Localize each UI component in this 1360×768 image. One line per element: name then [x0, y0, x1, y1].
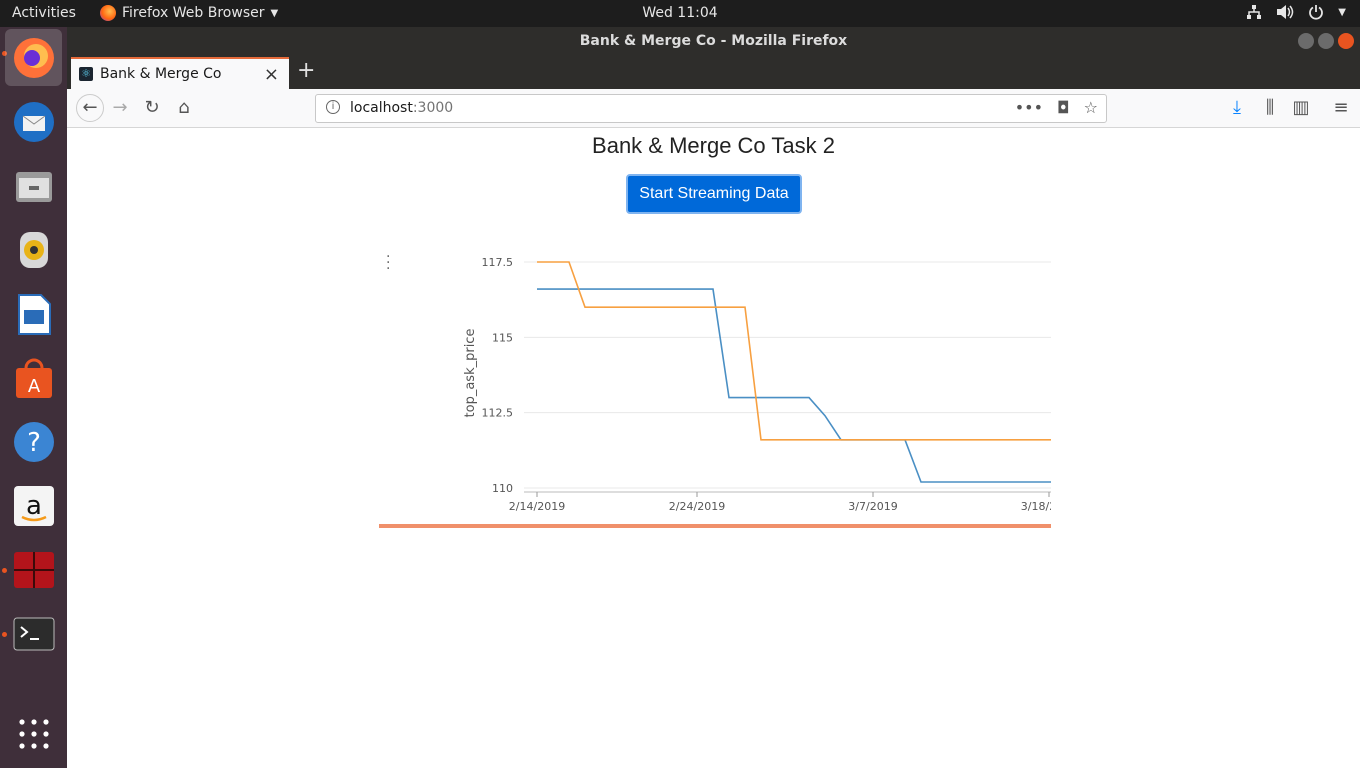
launcher-dock: A ? a: [0, 27, 67, 768]
launcher-firefox[interactable]: [5, 29, 62, 86]
launcher-libreoffice-writer[interactable]: [5, 285, 62, 342]
power-icon: [1309, 5, 1324, 20]
thunderbird-icon: [13, 101, 54, 142]
launcher-software-center[interactable]: A: [5, 349, 62, 406]
series-line-abc: [537, 288, 1051, 483]
bookmark-star-icon[interactable]: ☆: [1084, 98, 1098, 117]
help-icon: ?: [13, 421, 54, 462]
navigation-toolbar: ← → ↻ ⌂ i localhost:3000 ••• ◘ ☆ ⤓ ⫼ ▥ ≡: [67, 89, 1360, 128]
svg-text:a: a: [26, 491, 42, 521]
horizontal-resize-bar: [379, 524, 1051, 528]
page-actions-icon[interactable]: •••: [1015, 98, 1043, 117]
firefox-icon: [100, 5, 116, 21]
app-menu-label: Firefox Web Browser: [122, 5, 265, 21]
window-title-bar[interactable]: Bank & Merge Co - Mozilla Firefox: [67, 27, 1360, 55]
back-button[interactable]: ←: [76, 94, 104, 122]
svg-text:?: ?: [27, 428, 41, 458]
launcher-terminal[interactable]: [5, 605, 62, 662]
speaker-icon: [19, 231, 48, 268]
firefox-icon: [13, 37, 54, 78]
launcher-amazon[interactable]: a: [5, 477, 62, 534]
activities-button[interactable]: Activities: [12, 5, 76, 21]
new-tab-button[interactable]: +: [297, 58, 315, 83]
network-icon: [1247, 5, 1262, 19]
document-icon: [17, 293, 51, 335]
library-icon[interactable]: ⫼: [1258, 96, 1282, 120]
info-icon[interactable]: i: [326, 100, 340, 114]
downloads-icon[interactable]: ⤓: [1225, 96, 1249, 120]
shopping-bag-icon: A: [15, 358, 52, 398]
launcher-help[interactable]: ?: [5, 413, 62, 470]
terminal-icon: [13, 617, 54, 650]
start-streaming-button[interactable]: Start Streaming Data: [626, 174, 802, 214]
system-tray[interactable]: ▼: [1246, 4, 1346, 20]
app-grid-icon: [18, 718, 49, 749]
more-vertical-icon[interactable]: · · ·: [386, 250, 390, 276]
window-close-button[interactable]: [1338, 33, 1354, 49]
url-bar[interactable]: i localhost:3000 ••• ◘ ☆: [315, 94, 1107, 123]
sidebar-icon[interactable]: ▥: [1289, 96, 1313, 120]
forward-button[interactable]: →: [108, 96, 132, 120]
url-port: :3000: [412, 100, 454, 116]
url-text: localhost:3000: [350, 100, 453, 116]
y-tick-label: 115: [492, 331, 513, 344]
svg-text:A: A: [27, 376, 40, 397]
file-cabinet-icon: [15, 171, 52, 202]
pocket-icon[interactable]: ◘: [1057, 98, 1070, 117]
app-menu[interactable]: Firefox Web Browser ▼: [100, 5, 278, 21]
maximize-button[interactable]: [1318, 33, 1334, 49]
close-icon[interactable]: ×: [264, 64, 279, 85]
tab-strip: ⚛ Bank & Merge Co × +: [67, 55, 1360, 89]
chevron-down-icon: ▼: [270, 7, 279, 19]
y-tick-label: 110: [492, 482, 513, 495]
launcher-app-red[interactable]: [5, 541, 62, 598]
y-axis-label: top_ask_price: [463, 329, 478, 418]
reload-button[interactable]: ↻: [140, 96, 164, 120]
y-tick-label: 117.5: [482, 256, 514, 269]
page-title: Bank & Merge Co Task 2: [592, 133, 835, 158]
amazon-icon: a: [13, 485, 54, 526]
react-icon: ⚛: [79, 67, 93, 81]
x-tick-label: 3/18/2019: [1021, 500, 1051, 513]
tab-title: Bank & Merge Co: [100, 66, 222, 82]
perspective-chart[interactable]: 117.5 115 112.5 110 2/14/2019 2/24/2019 3/7/20…: [379, 240, 1051, 532]
line-chart: 117.5 115 112.5 110 2/14/2019 2/24/2019 3/7/20…: [379, 256, 1051, 528]
volume-icon: [1277, 5, 1294, 19]
launcher-rhythmbox[interactable]: [5, 221, 62, 278]
chevron-down-icon: ▼: [1338, 6, 1346, 18]
show-applications-button[interactable]: [5, 705, 62, 762]
launcher-files[interactable]: [5, 157, 62, 214]
page-content: Bank & Merge Co Task 2 Start Streaming D…: [67, 129, 1360, 768]
launcher-thunderbird[interactable]: [5, 93, 62, 150]
system-top-bar: Activities Firefox Web Browser ▼ Wed 11:…: [0, 0, 1360, 27]
url-host: localhost: [350, 100, 413, 116]
hamburger-menu-icon[interactable]: ≡: [1329, 96, 1353, 120]
x-tick-label: 2/14/2019: [509, 500, 565, 513]
x-tick-label: 2/24/2019: [669, 500, 725, 513]
window-title: Bank & Merge Co - Mozilla Firefox: [579, 33, 848, 49]
minimize-button[interactable]: [1298, 33, 1314, 49]
home-button[interactable]: ⌂: [172, 96, 196, 120]
browser-tab[interactable]: ⚛ Bank & Merge Co ×: [71, 57, 289, 89]
x-tick-label: 3/7/2019: [848, 500, 897, 513]
terminal-grid-icon: [13, 551, 54, 588]
y-tick-label: 112.5: [482, 407, 514, 420]
